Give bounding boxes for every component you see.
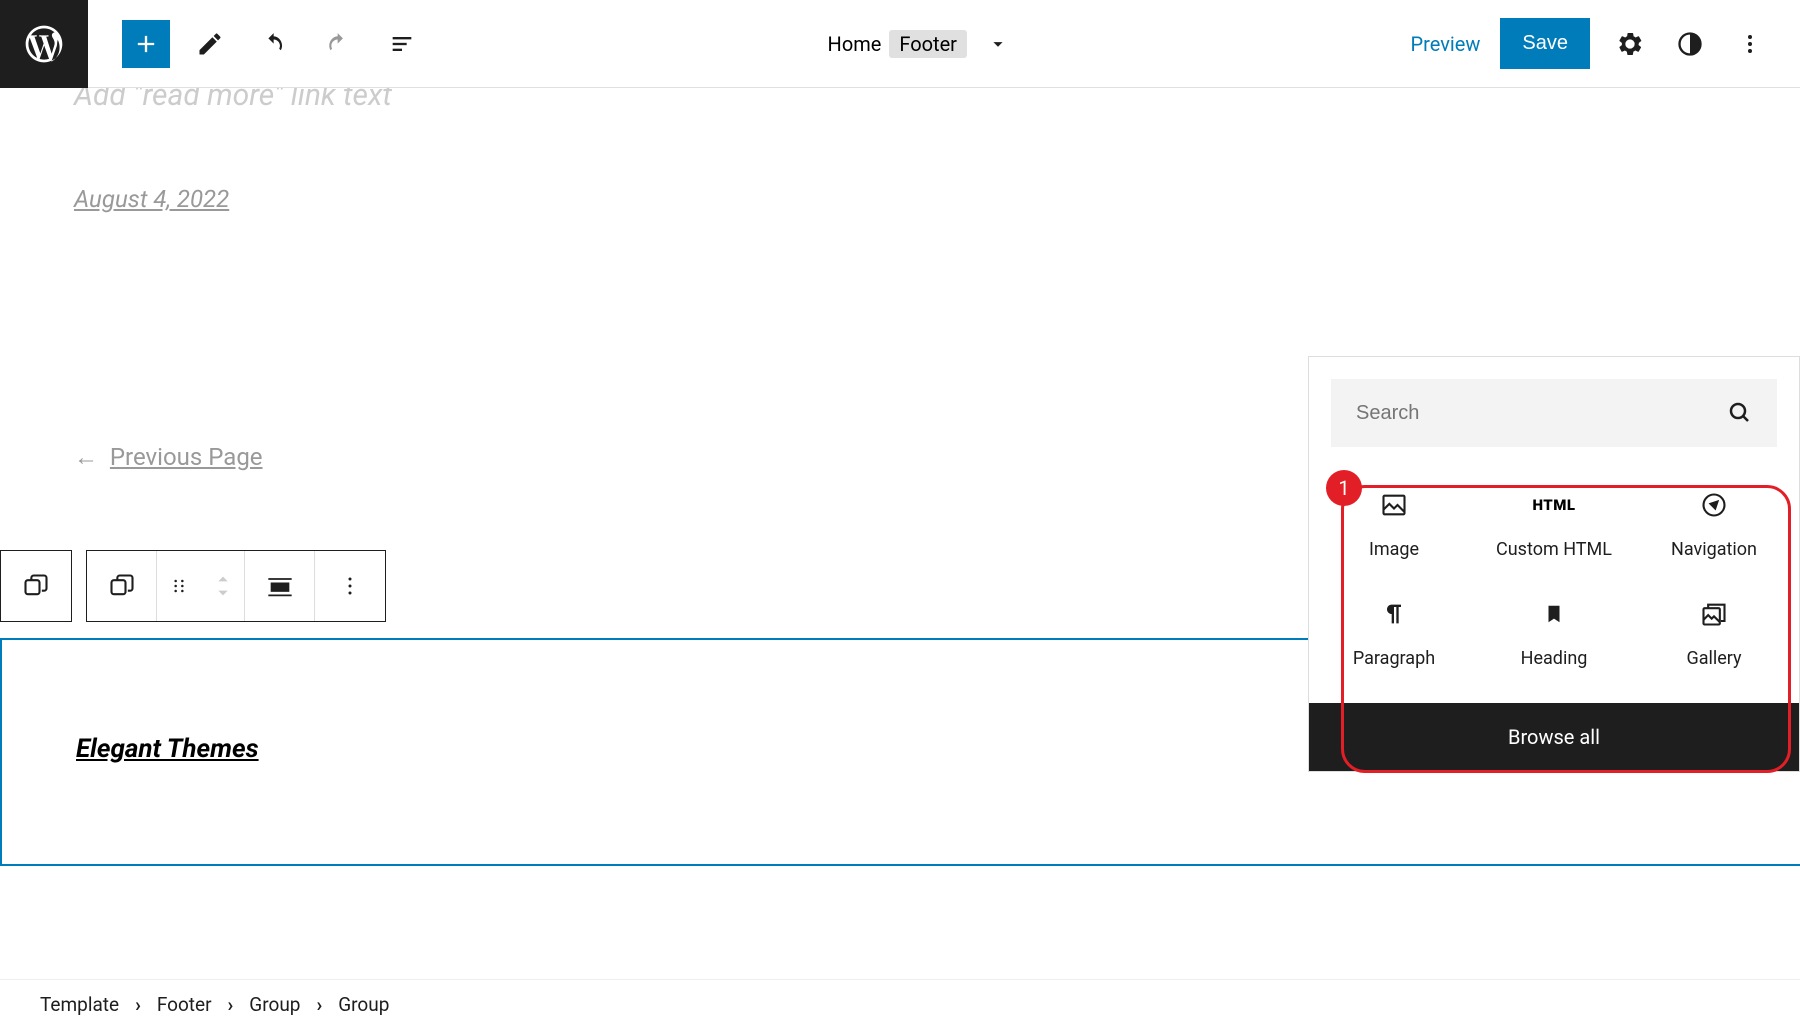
breadcrumb-separator: ›	[316, 993, 322, 1016]
browse-all-button[interactable]: Browse all	[1309, 703, 1799, 771]
chevron-down-icon	[987, 33, 1009, 55]
search-icon	[1728, 401, 1752, 425]
gallery-icon	[1700, 598, 1728, 630]
breadcrumb-item[interactable]: Group	[338, 993, 389, 1016]
redo-icon	[324, 30, 352, 58]
preview-button[interactable]: Preview	[1411, 32, 1481, 56]
block-item-paragraph[interactable]: Paragraph	[1319, 584, 1469, 683]
more-options-button[interactable]	[1730, 24, 1770, 64]
read-more-placeholder[interactable]: Add "read more" link text	[74, 88, 1726, 113]
inserter-blocks-grid: Image HTML Custom HTML Navigation Paragraph H…	[1309, 447, 1799, 703]
block-label: Gallery	[1686, 648, 1741, 669]
pencil-icon	[196, 30, 224, 58]
breadcrumb-separator: ›	[228, 993, 234, 1016]
block-type-button[interactable]	[87, 551, 157, 621]
bookmark-icon	[1543, 598, 1565, 630]
gear-icon	[1616, 30, 1644, 58]
align-full-icon	[266, 572, 294, 600]
breadcrumb-item[interactable]: Footer	[157, 993, 212, 1016]
compass-icon	[1700, 489, 1728, 521]
inserter-search[interactable]	[1331, 379, 1777, 447]
group-icon	[22, 572, 50, 600]
html-icon: HTML	[1532, 489, 1575, 521]
block-label: Navigation	[1671, 539, 1757, 560]
chevron-down-icon	[216, 588, 230, 598]
group-icon	[108, 572, 136, 600]
breadcrumb-item[interactable]: Template	[40, 993, 119, 1016]
block-item-gallery[interactable]: Gallery	[1639, 584, 1789, 683]
kebab-icon	[338, 574, 362, 598]
list-icon	[388, 30, 416, 58]
editor-canvas: Add "read more" link text August 4, 2022…	[0, 88, 1800, 979]
undo-button[interactable]	[250, 20, 298, 68]
undo-icon	[260, 30, 288, 58]
wordpress-icon	[22, 22, 66, 66]
list-view-button[interactable]	[378, 20, 426, 68]
parent-block-button[interactable]	[1, 551, 71, 621]
save-button[interactable]: Save	[1500, 18, 1590, 69]
template-root: Home	[828, 32, 882, 56]
plus-icon	[132, 30, 160, 58]
arrow-left-icon: ←	[74, 443, 110, 471]
template-indicator[interactable]: Home Footer	[426, 30, 1411, 58]
image-icon	[1380, 489, 1408, 521]
block-item-image[interactable]: Image	[1319, 475, 1469, 574]
edit-tool-button[interactable]	[186, 20, 234, 68]
contrast-icon	[1676, 30, 1704, 58]
block-label: Heading	[1521, 648, 1588, 669]
block-item-heading[interactable]: Heading	[1479, 584, 1629, 683]
styles-button[interactable]	[1670, 24, 1710, 64]
kebab-icon	[1738, 32, 1762, 56]
drag-handle[interactable]	[157, 551, 201, 621]
drag-icon	[169, 576, 189, 596]
block-inserter-panel: Image HTML Custom HTML Navigation Paragraph H…	[1308, 356, 1800, 772]
block-label: Paragraph	[1353, 648, 1435, 669]
block-options-button[interactable]	[315, 551, 385, 621]
breadcrumb-separator: ›	[135, 993, 141, 1016]
block-label: Image	[1369, 539, 1419, 560]
toolbar-right: Preview Save	[1411, 18, 1800, 69]
template-part: Footer	[889, 30, 967, 58]
previous-page-link[interactable]: ← Previous Page	[74, 443, 263, 472]
paragraph-icon	[1380, 598, 1408, 630]
move-buttons[interactable]	[201, 551, 245, 621]
post-date[interactable]: August 4, 2022	[74, 185, 1726, 213]
block-item-custom-html[interactable]: HTML Custom HTML	[1479, 475, 1629, 574]
chevron-up-icon	[216, 574, 230, 584]
align-button[interactable]	[245, 551, 315, 621]
toolbar-left	[88, 20, 426, 68]
topbar: Home Footer Preview Save	[0, 0, 1800, 88]
block-item-navigation[interactable]: Navigation	[1639, 475, 1789, 574]
breadcrumb-item[interactable]: Group	[249, 993, 300, 1016]
block-label: Custom HTML	[1496, 539, 1612, 560]
breadcrumb-bar: Template › Footer › Group › Group	[0, 979, 1800, 1029]
wordpress-logo[interactable]	[0, 0, 88, 88]
redo-button[interactable]	[314, 20, 362, 68]
add-block-button[interactable]	[122, 20, 170, 68]
search-input[interactable]	[1356, 402, 1728, 425]
settings-button[interactable]	[1610, 24, 1650, 64]
